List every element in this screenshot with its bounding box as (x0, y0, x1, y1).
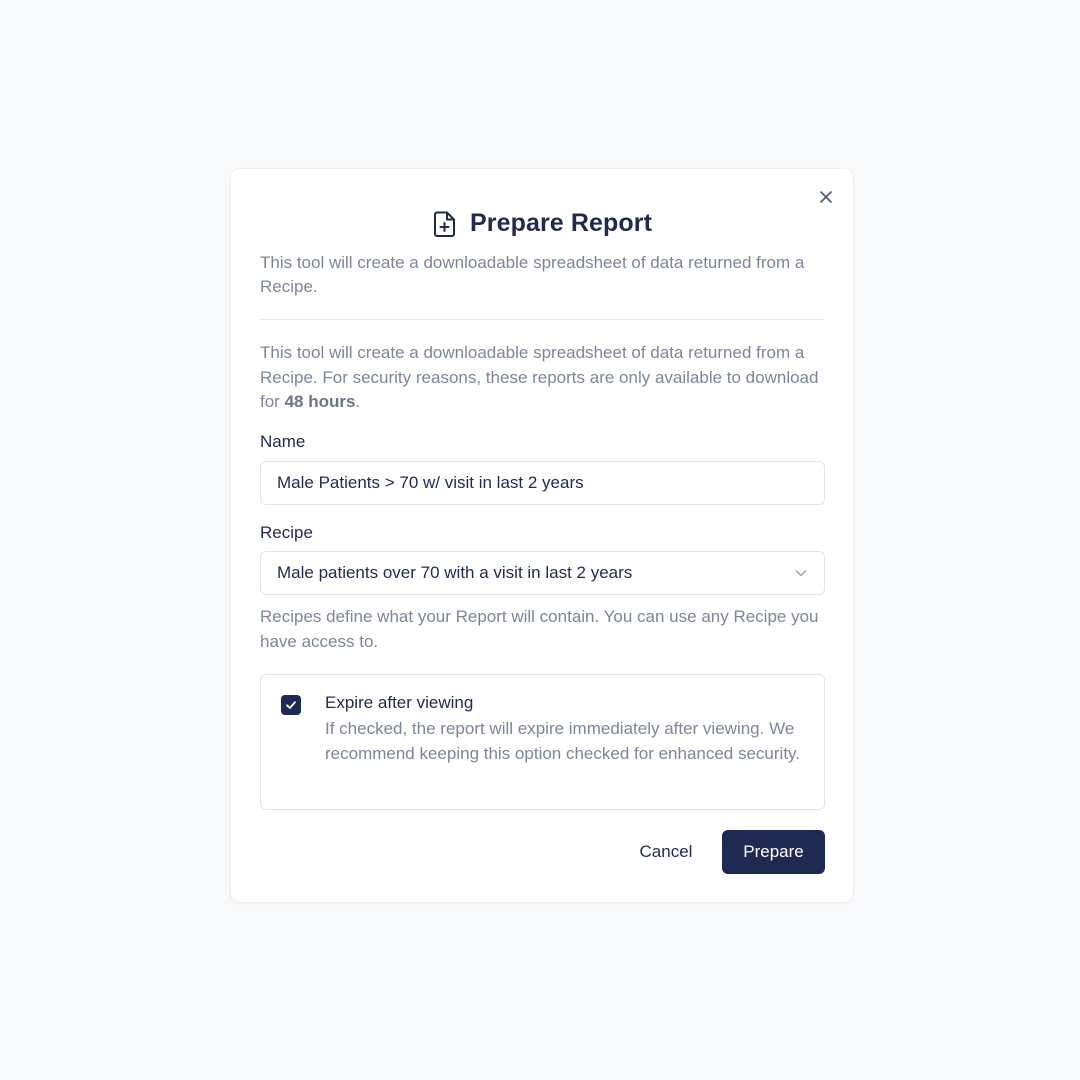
dialog-header: Prepare Report (231, 209, 853, 238)
name-label: Name (260, 432, 306, 451)
close-button[interactable] (816, 187, 836, 207)
expire-checkbox[interactable] (281, 695, 301, 715)
divider (260, 319, 825, 320)
recipe-label: Recipe (260, 523, 313, 542)
prepare-button[interactable]: Prepare (722, 830, 825, 874)
info-text: This tool will create a downloadable spr… (260, 341, 830, 415)
chevron-down-icon (795, 570, 807, 577)
expire-option-description: If checked, the report will expire immed… (325, 719, 801, 763)
recipe-select-value: Male patients over 70 with a visit in la… (277, 563, 633, 582)
cancel-button[interactable]: Cancel (622, 830, 710, 874)
recipe-help-text: Recipes define what your Report will con… (260, 607, 819, 651)
check-icon (286, 701, 296, 709)
file-plus-icon (433, 211, 455, 237)
info-duration: 48 hours (284, 392, 356, 411)
expire-option-card: Expire after viewing If checked, the rep… (260, 674, 825, 810)
close-icon (820, 191, 832, 203)
name-input-value: Male Patients > 70 w/ visit in last 2 ye… (277, 473, 584, 492)
expire-option-title: Expire after viewing (325, 693, 474, 712)
recipe-select[interactable]: Male patients over 70 with a visit in la… (260, 551, 825, 595)
dialog-subtitle: This tool will create a downloadable spr… (260, 253, 805, 296)
name-input[interactable]: Male Patients > 70 w/ visit in last 2 ye… (260, 461, 825, 505)
info-text-end: . (355, 392, 361, 411)
dialog-title: Prepare Report (469, 209, 652, 237)
prepare-report-dialog: Prepare Report This tool will create a d… (230, 168, 854, 903)
